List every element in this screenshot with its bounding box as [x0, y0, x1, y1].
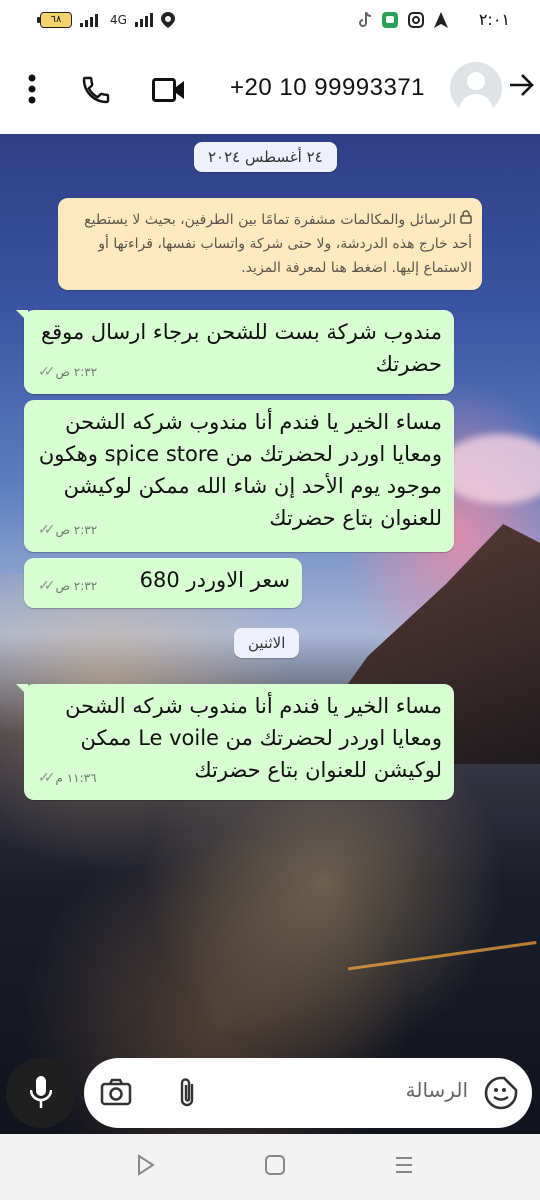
recents-nav-icon[interactable]: [394, 1154, 414, 1176]
battery-icon: ٦٨: [37, 12, 72, 28]
status-indicators: ٦٨ 4G: [37, 12, 175, 28]
instagram-icon: [408, 12, 424, 28]
message-meta: ✓✓ ٢:٣٢ ص: [38, 514, 97, 546]
message-time: ٢:٣٢ ص: [55, 523, 98, 537]
message-time: ٢:٣٢ ص: [55, 579, 98, 593]
system-nav-bar: [0, 1134, 540, 1200]
network-type: 4G: [110, 13, 127, 27]
contact-name[interactable]: +20 10 99993371: [230, 74, 425, 102]
signal-icon: [80, 14, 98, 27]
message-input[interactable]: الرسالة: [84, 1058, 532, 1128]
mic-icon: [30, 1076, 52, 1108]
navigation-icon: [434, 12, 448, 28]
double-check-icon: ✓✓: [38, 364, 56, 380]
home-nav-icon[interactable]: [264, 1154, 286, 1176]
message-time: ١١:٣٦ م: [55, 771, 97, 785]
location-icon: [160, 12, 175, 28]
camera-icon[interactable]: [100, 1078, 132, 1106]
message-meta: ✓✓ ٢:٣٢ ص: [38, 570, 97, 602]
signal-2-icon: [134, 13, 153, 27]
background-cloud: [440, 434, 540, 504]
avatar[interactable]: [450, 62, 502, 114]
day-divider: الاثنين: [234, 628, 300, 658]
tiktok-icon: [359, 12, 372, 27]
lock-icon: [460, 210, 472, 224]
message-placeholder: الرسالة: [405, 1078, 468, 1102]
encryption-notice-text: الرسائل والمكالمات مشفرة تمامًا بين الطر…: [84, 212, 472, 276]
message-meta: ✓✓ ٢:٣٢ ص: [38, 356, 97, 388]
chat-area[interactable]: ٢٤ أغسطس ٢٠٢٤ الرسائل والمكالمات مشفرة ت…: [0, 134, 540, 1134]
notification-icons: [358, 12, 448, 28]
message-bubble[interactable]: مساء الخير يا فندم أنا مندوب شركه الشحن …: [16, 684, 454, 800]
back-nav-icon[interactable]: [136, 1154, 156, 1176]
double-check-icon: ✓✓: [38, 770, 56, 786]
mic-button[interactable]: [6, 1058, 76, 1128]
double-check-icon: ✓✓: [38, 578, 56, 594]
more-vert-icon[interactable]: [26, 74, 38, 104]
double-check-icon: ✓✓: [38, 522, 56, 538]
chat-app-icon: [382, 12, 398, 28]
message-meta: ✓✓ ١١:٣٦ م: [38, 762, 97, 794]
phone-icon[interactable]: [80, 74, 112, 106]
clock: ٢:٠١: [478, 10, 510, 29]
message-bubble[interactable]: مندوب شركة بست للشحن برجاء ارسال موقع حض…: [16, 310, 454, 394]
sticker-icon[interactable]: [484, 1076, 518, 1110]
background-city-lights: [0, 574, 540, 1134]
battery-level: ٦٨: [50, 14, 62, 25]
message-bubble[interactable]: سعر الاوردر 680 ✓✓ ٢:٣٢ ص: [24, 558, 302, 608]
encryption-notice[interactable]: الرسائل والمكالمات مشفرة تمامًا بين الطر…: [58, 198, 482, 290]
message-text: مساء الخير يا فندم أنا مندوب شركه الشحن …: [65, 694, 442, 782]
back-arrow-icon[interactable]: [508, 72, 534, 98]
chat-header: +20 10 99993371: [0, 44, 540, 134]
message-bubble[interactable]: مساء الخير يا فندم أنا مندوب شركه الشحن …: [24, 400, 454, 552]
date-divider: ٢٤ أغسطس ٢٠٢٤: [194, 142, 337, 172]
video-call-icon[interactable]: [152, 78, 186, 102]
message-time: ٢:٣٢ ص: [55, 365, 98, 379]
attach-icon[interactable]: [178, 1076, 198, 1110]
status-bar: ٦٨ 4G ٢:٠١: [0, 0, 540, 44]
